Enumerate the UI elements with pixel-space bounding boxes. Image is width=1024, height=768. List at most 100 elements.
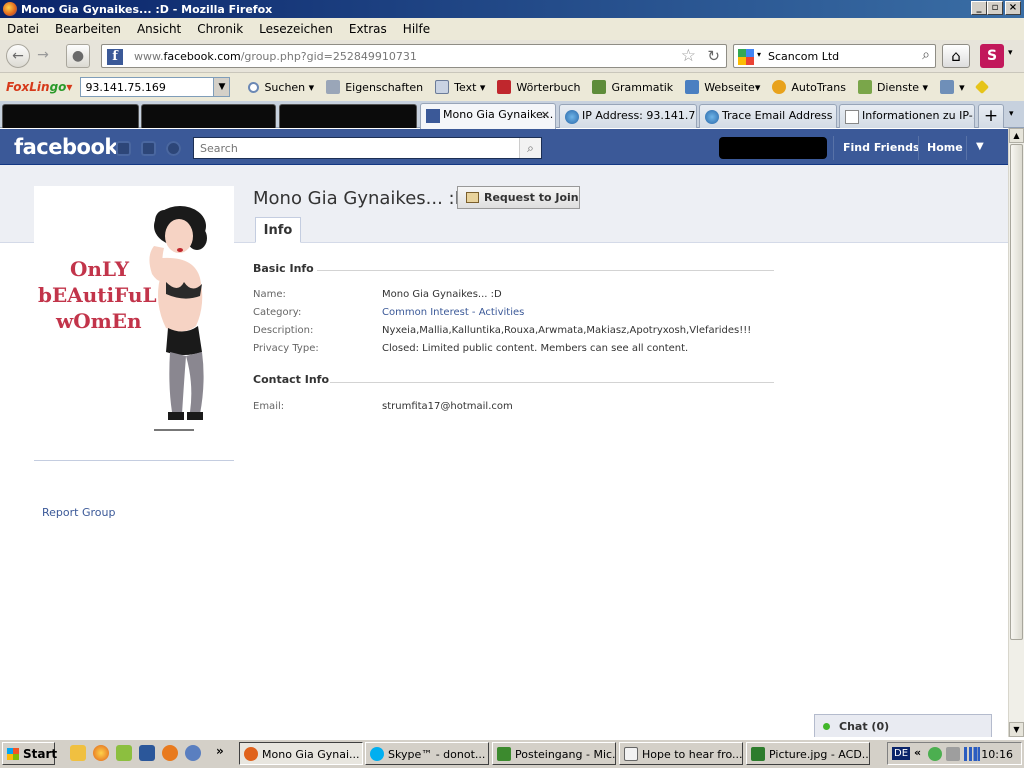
globe-icon [565, 110, 579, 124]
messages-icon[interactable] [141, 141, 156, 156]
find-friends-link[interactable]: Find Friends [843, 141, 920, 154]
menu-extras[interactable]: Extras [349, 22, 387, 36]
sidebar-divider [34, 460, 234, 461]
address-bar[interactable]: f www.facebook.com/group.php?gid=2528499… [101, 44, 727, 68]
quicklaunch-overflow[interactable]: » [216, 744, 224, 758]
home-icon[interactable]: ⌂ [942, 44, 970, 68]
forward-button[interactable]: → [32, 44, 54, 68]
facebook-search-input[interactable] [194, 138, 514, 158]
category-link[interactable]: Common Interest - Activities [382, 307, 524, 318]
task-message[interactable]: Hope to hear fro... [619, 742, 743, 765]
dropdown-arrow-icon[interactable]: ▼ [213, 78, 230, 96]
addon-s-icon[interactable]: S [980, 44, 1004, 68]
tab-redacted[interactable] [2, 104, 139, 128]
search-icon[interactable]: ⌕ [922, 47, 930, 63]
text-icon [435, 80, 450, 94]
tool-dienste[interactable]: Dienste ▾ [857, 80, 928, 94]
clock: 10:16 [981, 748, 1013, 761]
search-icon[interactable]: ⌕ [519, 138, 541, 158]
menu-lesezeichen[interactable]: Lesezeichen [259, 22, 333, 36]
facebook-logo[interactable]: facebook [14, 135, 118, 159]
close-tab-icon[interactable]: × [541, 108, 550, 121]
home-link[interactable]: Home [927, 141, 963, 154]
tool-autotrans[interactable]: AutoTrans [772, 80, 846, 94]
addon-icon[interactable]: ● [66, 44, 90, 68]
tool-suchen[interactable]: Suchen ▾ [248, 81, 314, 94]
media-icon[interactable] [162, 745, 178, 761]
menu-ansicht[interactable]: Ansicht [137, 22, 181, 36]
bookmark-star-icon[interactable]: ☆ [681, 46, 696, 66]
folder-icon[interactable] [70, 745, 86, 761]
scroll-up-arrow-icon[interactable]: ▲ [1009, 128, 1024, 143]
envelope-icon [624, 747, 638, 761]
tool-text[interactable]: Text ▾ [435, 80, 485, 94]
services-icon [857, 80, 872, 94]
scroll-down-arrow-icon[interactable]: ▼ [1009, 722, 1024, 737]
menu-datei[interactable]: Datei [7, 22, 39, 36]
menu-hilfe[interactable]: Hilfe [403, 22, 430, 36]
nav-divider [918, 136, 919, 160]
player-icon[interactable] [185, 745, 201, 761]
back-button[interactable]: ← [6, 44, 30, 68]
menu-chronik[interactable]: Chronik [197, 22, 243, 36]
task-skype[interactable]: Skype™ - donot... [365, 742, 489, 765]
name-label: Name: [253, 289, 286, 300]
group-profile-picture[interactable]: OnLY bEAutiFuL wOmEn [34, 186, 234, 438]
security-shield-icon[interactable] [928, 747, 942, 761]
tool-eigenschaften[interactable]: Eigenschaften [326, 80, 423, 94]
minimize-button[interactable]: _ [971, 1, 987, 15]
nav-divider [966, 136, 967, 160]
request-to-join-button[interactable]: Request to Join [457, 186, 580, 209]
chevron-down-icon[interactable]: ▾ [1009, 109, 1014, 119]
tab-info[interactable]: Info [255, 217, 301, 243]
foxlingo-logo[interactable]: FoxLingo▾ [6, 80, 72, 94]
new-tab-button[interactable]: + [978, 104, 1004, 128]
chevron-down-icon[interactable]: ▾ [1008, 48, 1013, 58]
chat-bar[interactable]: Chat (0) [814, 714, 992, 737]
language-indicator[interactable]: DE [892, 747, 911, 760]
tray-expand-icon[interactable]: « [914, 746, 921, 759]
friend-requests-icon[interactable] [116, 141, 131, 156]
maximize-button[interactable]: ▫ [987, 1, 1003, 15]
globe-icon [705, 110, 719, 124]
report-group-link[interactable]: Report Group [42, 506, 115, 519]
tool-woerterbuch[interactable]: Wörterbuch [497, 80, 580, 94]
task-mail[interactable]: Posteingang - Mic... [492, 742, 616, 765]
search-box[interactable]: ▾ Scancom Ltd ⌕ [733, 44, 936, 68]
clock-app-icon[interactable] [116, 745, 132, 761]
reload-icon[interactable]: ↻ [707, 47, 720, 65]
account-menu-chevron-icon[interactable]: ▼ [976, 141, 984, 152]
name-value: Mono Gia Gynaikes... :D [382, 289, 502, 300]
scrollbar-thumb[interactable] [1010, 144, 1023, 640]
close-button[interactable]: × [1005, 1, 1021, 15]
word-icon[interactable] [139, 745, 155, 761]
chevron-down-icon[interactable]: ▾ [757, 50, 761, 59]
start-button[interactable]: Start [2, 742, 57, 765]
menu-bar: Datei Bearbeiten Ansicht Chronik Lesezei… [0, 18, 1024, 40]
tab-redacted[interactable] [279, 104, 417, 128]
nav-divider [833, 136, 834, 160]
window-title: Mono Gia Gynaikes... :D - Mozilla Firefo… [21, 2, 273, 16]
network-signal-icon[interactable] [964, 747, 980, 761]
tab-ip-address[interactable]: IP Address: 93.141.7... [559, 104, 697, 128]
notifications-icon[interactable] [166, 141, 181, 156]
ip-input[interactable]: 93.141.75.169 ▼ [80, 77, 231, 97]
firefox-quicklaunch-icon[interactable] [93, 745, 109, 761]
tool-highlight[interactable] [974, 79, 992, 95]
tool-webseite[interactable]: Webseite ▾ [685, 80, 760, 94]
email-value: strumfita17@hotmail.com [382, 401, 513, 412]
redacted-username [719, 137, 827, 159]
section-divider [317, 270, 774, 271]
menu-bearbeiten[interactable]: Bearbeiten [55, 22, 121, 36]
contact-info-heading: Contact Info [253, 373, 330, 386]
tab-facebook-group[interactable]: Mono Gia Gynaike... × [420, 103, 556, 129]
task-firefox[interactable]: Mono Gia Gynai... [239, 742, 363, 765]
tool-translate[interactable]: ▾ [940, 80, 965, 94]
page-scrollbar[interactable]: ▲ ▼ [1008, 128, 1024, 737]
tab-redacted[interactable] [141, 104, 276, 128]
tab-ip-info[interactable]: Informationen zu IP-... [839, 104, 975, 128]
task-acdsee[interactable]: Picture.jpg - ACD... [746, 742, 870, 765]
volume-icon[interactable] [946, 747, 960, 761]
tab-trace-email[interactable]: Trace Email Address ... [699, 104, 837, 128]
tool-grammatik[interactable]: Grammatik [592, 80, 673, 94]
